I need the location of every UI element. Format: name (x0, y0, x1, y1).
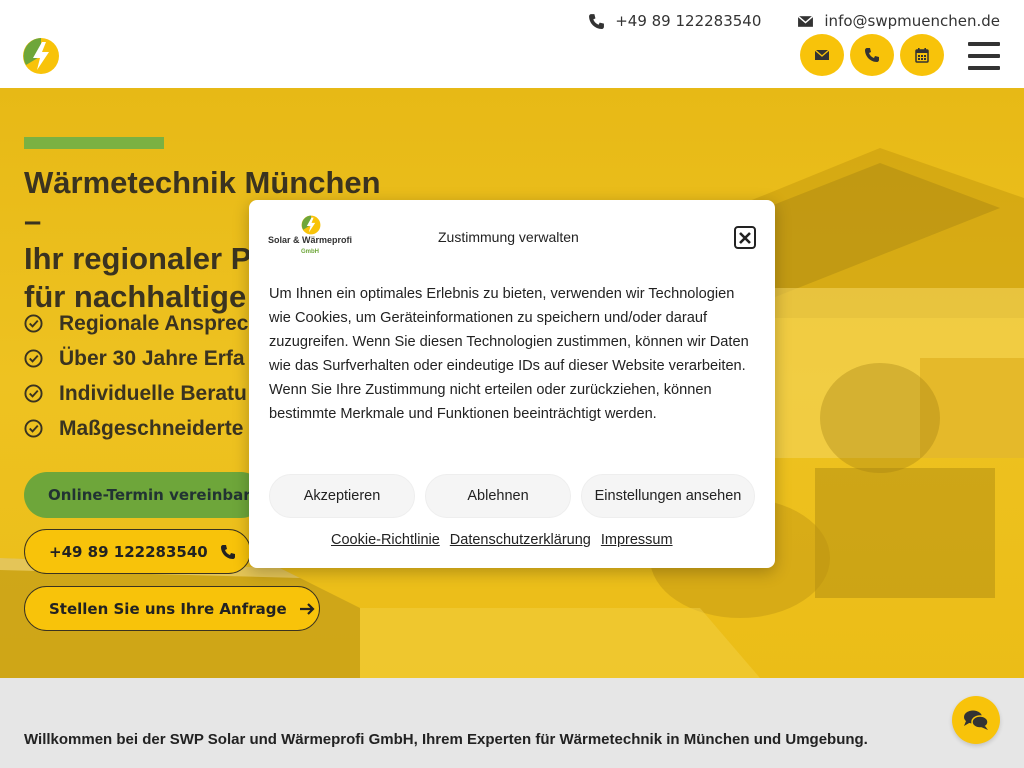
call-button[interactable]: +49 89 122283540 (24, 529, 251, 574)
call-button-label: +49 89 122283540 (49, 542, 208, 561)
header-phone-text: +49 89 122283540 (615, 12, 762, 30)
hero-accent-bar (24, 137, 164, 149)
view-settings-button[interactable]: Einstellungen ansehen (581, 474, 755, 518)
check-circle-icon (24, 419, 43, 438)
site-header: +49 89 122283540 info@swpmuenchen.de (0, 0, 1024, 88)
reject-button[interactable]: Ablehnen (425, 474, 571, 518)
checklist-item: Regionale Ansprec (24, 306, 248, 341)
checklist-item-label: Maßgeschneiderte (59, 416, 244, 440)
modal-logo-name: Solar & Wärmeprofi (268, 235, 353, 245)
chat-icon (964, 710, 989, 730)
intro-section: Willkommen bei der SWP Solar und Wärmepr… (0, 678, 1024, 768)
company-logo (301, 215, 321, 235)
chat-button[interactable] (952, 696, 1000, 744)
welcome-text: Willkommen bei der SWP Solar und Wärmepr… (24, 731, 868, 748)
company-logo[interactable] (22, 35, 60, 77)
phone-button[interactable] (850, 34, 894, 76)
hamburger-line (968, 54, 1000, 58)
hamburger-line (968, 42, 1000, 46)
cookie-consent-dialog: Solar & Wärmeprofi GmbH Zustimmung verwa… (249, 200, 775, 568)
online-appointment-label: Online-Termin vereinbaren (48, 486, 272, 504)
modal-logo: Solar & Wärmeprofi GmbH (268, 214, 358, 258)
imprint-link[interactable]: Impressum (601, 532, 673, 548)
checklist-item: Maßgeschneiderte (24, 411, 248, 446)
phone-icon (589, 13, 605, 29)
arrow-right-icon (299, 602, 315, 615)
online-appointment-button[interactable]: Online-Termin vereinbaren (24, 472, 272, 518)
feature-checklist: Regionale Ansprec Über 30 Jahre Erfa Ind… (24, 306, 248, 446)
check-circle-icon (24, 314, 43, 333)
privacy-policy-link[interactable]: Datenschutzerklärung (450, 532, 591, 548)
calendar-button[interactable] (900, 34, 944, 76)
accept-button[interactable]: Akzeptieren (269, 474, 415, 518)
dialog-body: Um Ihnen ein optimales Erlebnis zu biete… (269, 286, 749, 422)
request-button-label: Stellen Sie uns Ihre Anfrage (49, 599, 287, 618)
email-button[interactable] (800, 34, 844, 76)
header-email-text: info@swpmuenchen.de (824, 12, 1000, 30)
checklist-item: Über 30 Jahre Erfa (24, 341, 248, 376)
checklist-item-label: Über 30 Jahre Erfa (59, 346, 245, 370)
hamburger-line (968, 66, 1000, 70)
checklist-item-label: Regionale Ansprec (59, 311, 249, 335)
check-circle-icon (24, 349, 43, 368)
phone-icon (865, 48, 879, 62)
request-button[interactable]: Stellen Sie uns Ihre Anfrage (24, 586, 320, 631)
calendar-icon (915, 48, 929, 63)
checklist-item-label: Individuelle Beratu (59, 381, 247, 405)
header-phone[interactable]: +49 89 122283540 (588, 12, 761, 30)
cookie-policy-link[interactable]: Cookie-Richtlinie (331, 532, 440, 548)
header-email[interactable]: info@swpmuenchen.de (797, 12, 1000, 30)
close-icon (739, 231, 751, 244)
contact-row: +49 89 122283540 info@swpmuenchen.de (588, 12, 1000, 30)
check-circle-icon (24, 384, 43, 403)
dialog-actions: Akzeptieren Ablehnen Einstellungen anseh… (269, 474, 755, 518)
close-button[interactable] (734, 226, 756, 249)
phone-icon (220, 544, 235, 559)
quick-action-buttons (800, 34, 944, 76)
dialog-links: Cookie-Richtlinie Datenschutzerklärung I… (331, 532, 673, 548)
dialog-title: Zustimmung verwalten (438, 229, 579, 245)
envelope-icon (797, 15, 814, 27)
modal-logo-sub: GmbH (301, 249, 319, 255)
envelope-icon (814, 49, 830, 60)
hamburger-icon[interactable] (968, 42, 1000, 70)
checklist-item: Individuelle Beratu (24, 376, 248, 411)
